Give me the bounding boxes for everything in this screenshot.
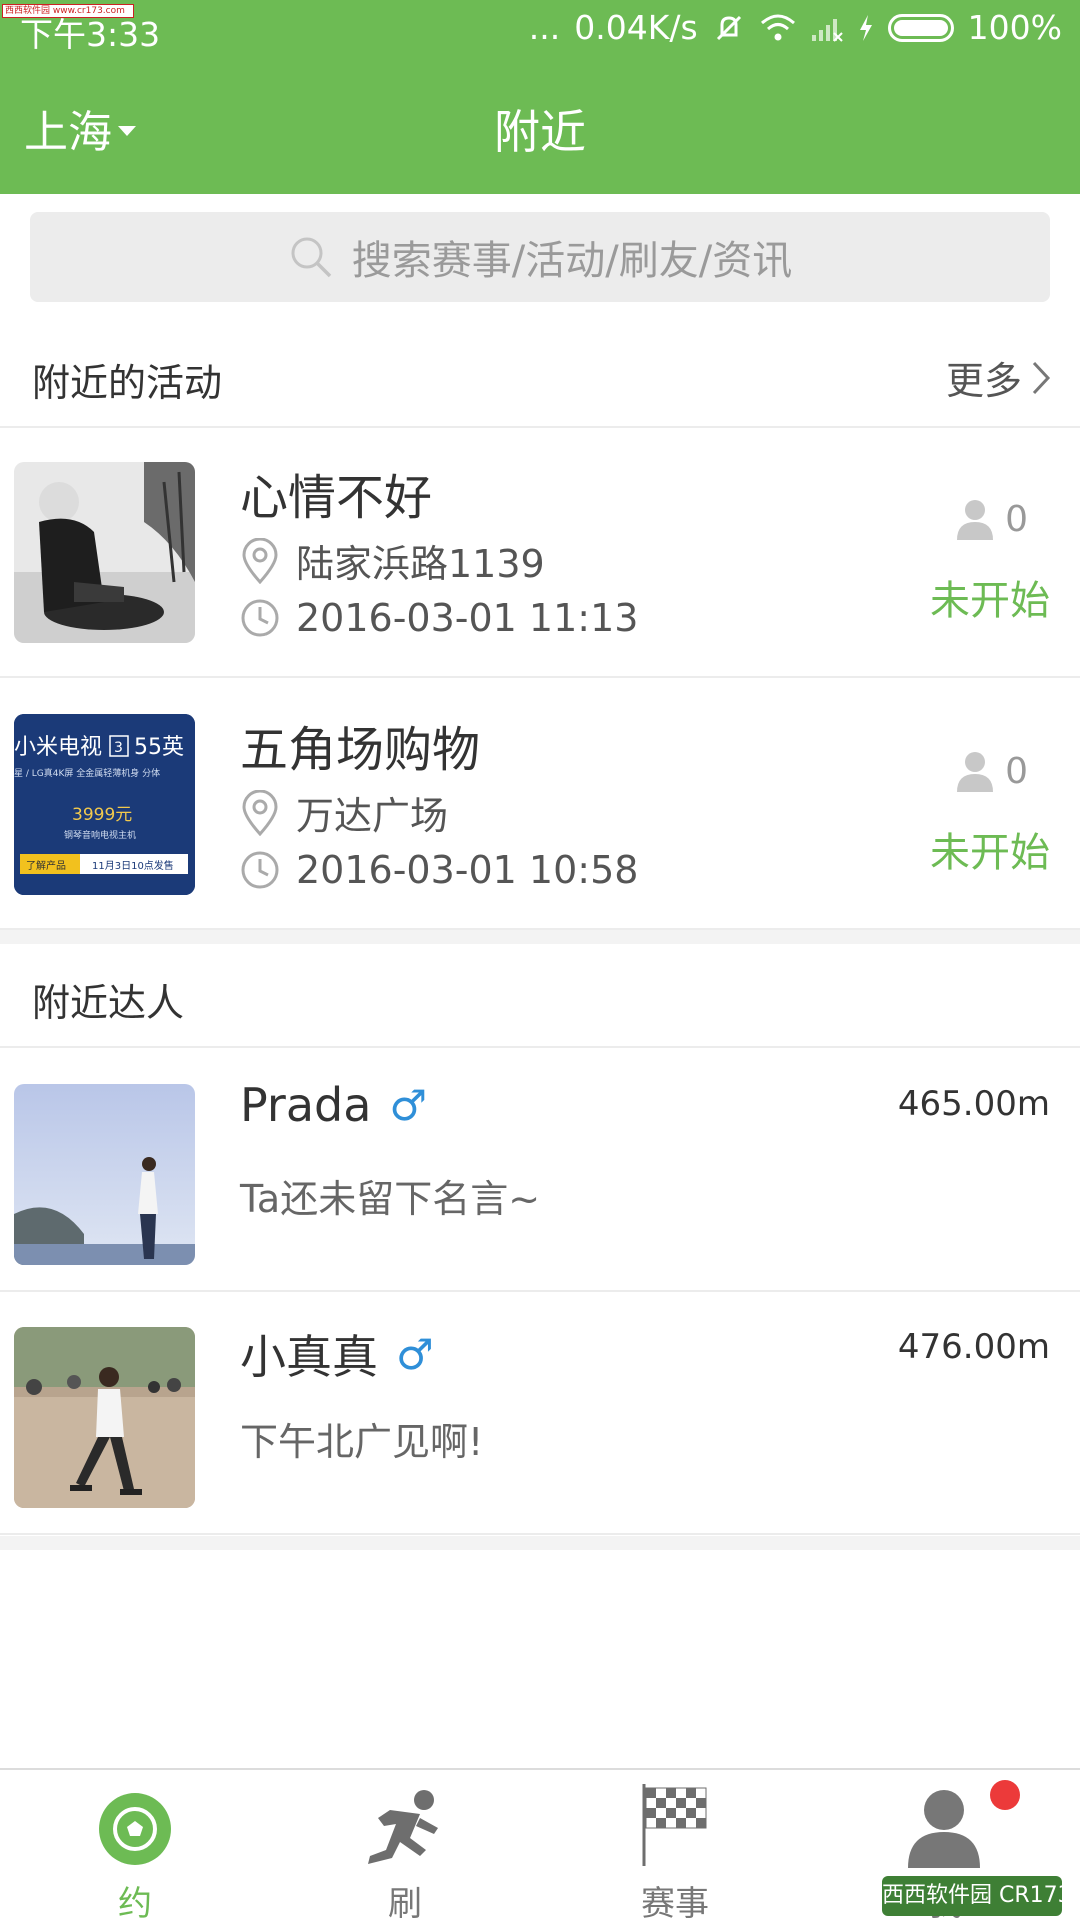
- thumb-button-learn: 了解产品: [26, 859, 66, 872]
- activity-name: 五角场购物: [240, 722, 481, 778]
- search-icon: [291, 237, 332, 278]
- time-text: 2016-03-01 10:58: [296, 848, 639, 892]
- activity-row[interactable]: 心情不好 陆家浜路1139 2016-03-01 11:13 0 未开始: [0, 428, 1080, 678]
- page-title: 附近: [494, 105, 586, 159]
- activity-status: 未开始: [930, 830, 1050, 876]
- thumb-price: 3999元: [72, 805, 132, 825]
- experts-title: 附近达人: [32, 981, 185, 1025]
- participant-count: 0: [955, 498, 1028, 540]
- activity-row[interactable]: 小米电视 3 55英 星 / LG真4K屏 全金属轻薄机身 分体 3999元 钢…: [0, 680, 1080, 930]
- activity-name: 心情不好: [240, 470, 433, 526]
- person-icon: [957, 500, 994, 540]
- more-dots: ...: [528, 8, 561, 47]
- source-watermark-logo: 西西软件园 CR173.COM: [882, 1876, 1062, 1916]
- tab-yue[interactable]: 约: [0, 1770, 270, 1920]
- location-pin-icon: [242, 537, 278, 584]
- section-divider: [0, 930, 1080, 944]
- network-speed: 0.04K/s: [574, 8, 698, 47]
- checkered-flag-icon: [642, 1784, 707, 1866]
- status-time: 下午3:33: [20, 15, 161, 54]
- thumb-sub-line: 钢琴音响电视主机: [64, 829, 136, 841]
- wifi-icon: [760, 14, 795, 40]
- male-icon: ♂: [396, 1329, 434, 1379]
- tab-label: 赛事: [641, 1884, 709, 1920]
- search-placeholder: 搜索赛事/活动/刷友/资讯: [351, 238, 793, 284]
- user-row[interactable]: Prada ♂ 465.00m Ta还未留下名言~: [0, 1050, 1080, 1292]
- mute-icon: [716, 15, 741, 40]
- activities-section-header: 附近的活动 更多: [0, 324, 1080, 428]
- status-bar: 下午3:33 ... 0.04K/s 100%: [0, 0, 1080, 64]
- time-text: 2016-03-01 11:13: [296, 596, 639, 640]
- tab-shua[interactable]: 刷: [270, 1770, 540, 1920]
- signal-icon: [811, 18, 843, 42]
- app-header: 西西软件园 www.cr173.com 下午3:33 ... 0.04K/s 1…: [0, 0, 1080, 194]
- avatar: [14, 1327, 195, 1508]
- user-name: 小真真 ♂: [240, 1321, 434, 1387]
- tab-label: 刷: [388, 1884, 422, 1920]
- avatar: [14, 1084, 195, 1265]
- activity-time: 2016-03-01 10:58: [240, 848, 638, 892]
- user-motto: Ta还未留下名言~: [240, 1177, 541, 1221]
- location-pin-icon: [242, 789, 278, 836]
- section-divider: [0, 1536, 1080, 1550]
- location-text: 万达广场: [296, 794, 449, 838]
- tab-events[interactable]: 赛事: [540, 1770, 810, 1920]
- user-row[interactable]: 小真真 ♂ 476.00m 下午北广见啊!: [0, 1293, 1080, 1535]
- more-link[interactable]: 更多: [946, 350, 1052, 405]
- status-right: ... 0.04K/s 100%: [529, 8, 1062, 47]
- thumb-product-name: 小米电视: [14, 735, 102, 760]
- chevron-right-icon: [1032, 361, 1051, 394]
- soccer-ball-icon: [99, 1793, 171, 1865]
- experts-section-header: 附近达人: [0, 944, 1080, 1048]
- activity-location: 陆家浜路1139: [240, 533, 545, 588]
- user-motto: 下午北广见啊!: [240, 1420, 484, 1464]
- search-input[interactable]: 搜索赛事/活动/刷友/资讯: [30, 212, 1050, 302]
- battery-icon: [887, 13, 954, 42]
- user-name-text: 小真真: [240, 1330, 378, 1384]
- activity-thumbnail: [14, 462, 195, 643]
- activity-thumbnail: 小米电视 3 55英 星 / LG真4K屏 全金属轻薄机身 分体 3999元 钢…: [14, 714, 195, 895]
- notification-badge: [990, 1780, 1020, 1810]
- person-icon: [957, 752, 994, 792]
- activity-location: 万达广场: [240, 785, 448, 840]
- activity-status: 未开始: [930, 578, 1050, 624]
- activities-title: 附近的活动: [32, 361, 223, 405]
- tab-label: 约: [118, 1884, 152, 1920]
- participant-number: 0: [1005, 498, 1028, 540]
- user-icon: [908, 1790, 980, 1868]
- user-name-text: Prada: [240, 1078, 372, 1132]
- clock-icon: [241, 599, 279, 637]
- activity-time: 2016-03-01 11:13: [240, 596, 638, 640]
- battery-level: 100%: [967, 8, 1062, 47]
- participant-count: 0: [955, 750, 1028, 792]
- clock-icon: [241, 851, 279, 889]
- user-distance: 465.00m: [897, 1084, 1050, 1124]
- thumb-button-date: 11月3日10点发售: [92, 859, 174, 872]
- more-label: 更多: [945, 359, 1022, 403]
- male-icon: ♂: [389, 1080, 428, 1130]
- thumb-badge-number: 3: [114, 740, 123, 756]
- user-distance: 476.00m: [897, 1327, 1050, 1367]
- thumb-size: 55英: [134, 735, 184, 760]
- thumb-spec-line: 星 / LG真4K屏 全金属轻薄机身 分体: [14, 767, 160, 779]
- runner-icon: [368, 1790, 438, 1864]
- charging-icon: [859, 14, 872, 41]
- participant-number: 0: [1005, 750, 1028, 792]
- user-name: Prada ♂: [240, 1078, 427, 1132]
- location-text: 陆家浜路1139: [296, 542, 545, 586]
